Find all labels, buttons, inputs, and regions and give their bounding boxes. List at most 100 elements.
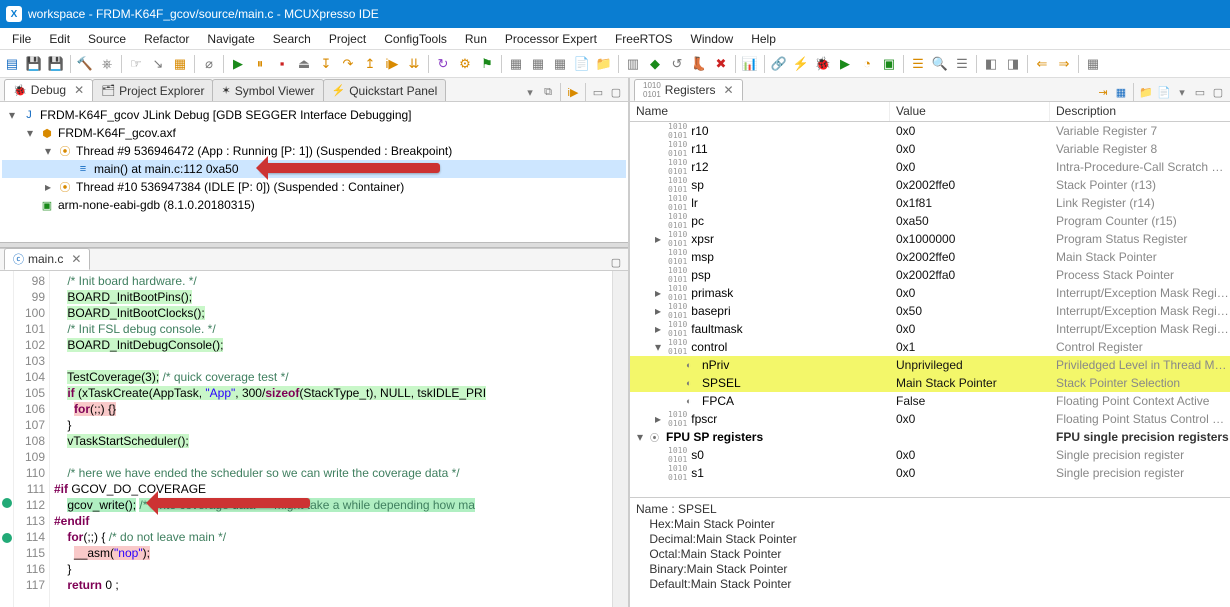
- register-row-msp[interactable]: 10100101msp0x2002ffe0Main Stack Pointer: [630, 248, 1230, 266]
- col-name[interactable]: Name: [630, 102, 890, 121]
- pref-icon[interactable]: ◧: [981, 54, 1001, 74]
- code-line[interactable]: TestCoverage(3); /* quick coverage test …: [54, 369, 612, 385]
- code-line[interactable]: vTaskStartScheduler();: [54, 433, 612, 449]
- twisty-icon[interactable]: ▾: [42, 144, 54, 158]
- close-icon[interactable]: ✕: [723, 83, 733, 97]
- new-icon[interactable]: ▤: [2, 54, 22, 74]
- code-line[interactable]: }: [54, 417, 612, 433]
- resume-icon[interactable]: ▶: [228, 54, 248, 74]
- code-editor[interactable]: 9899100101102103104105106107108109110111…: [0, 271, 628, 607]
- search-icon[interactable]: 🔍: [930, 54, 950, 74]
- filter-icon[interactable]: ▦: [170, 54, 190, 74]
- breakpoint-marker[interactable]: [2, 498, 12, 508]
- tab-debug[interactable]: 🐞Debug✕: [4, 79, 93, 101]
- tab-registers[interactable]: 10100101 Registers ✕: [634, 79, 743, 101]
- register-row-psp[interactable]: 10100101psp0x2002ffa0Process Stack Point…: [630, 266, 1230, 284]
- code-line[interactable]: for(;;) {}: [54, 401, 612, 417]
- skip-bp-icon[interactable]: ⌀: [199, 54, 219, 74]
- twisty-icon[interactable]: ▸: [652, 322, 664, 336]
- menu-run[interactable]: Run: [457, 30, 495, 48]
- register-row-s1[interactable]: 10100101s10x0Single precision register: [630, 464, 1230, 482]
- register-row-s0[interactable]: 10100101s00x0Single precision register: [630, 446, 1230, 464]
- disconnect-icon[interactable]: ⏏: [294, 54, 314, 74]
- code-line[interactable]: BOARD_InitBootClocks();: [54, 305, 612, 321]
- menu-freertos[interactable]: FreeRTOS: [607, 30, 681, 48]
- twisty-icon[interactable]: ▸: [652, 412, 664, 426]
- launch-icon[interactable]: ⚙: [455, 54, 475, 74]
- pref2-icon[interactable]: ◨: [1003, 54, 1023, 74]
- tab-symbol-viewer[interactable]: ✶Symbol Viewer: [212, 79, 323, 101]
- code-line[interactable]: BOARD_InitDebugConsole();: [54, 337, 612, 353]
- close-icon[interactable]: ✕: [74, 83, 84, 97]
- code-line[interactable]: BOARD_InitBootPins();: [54, 289, 612, 305]
- tab-quickstart-panel[interactable]: ⚡Quickstart Panel: [323, 79, 447, 101]
- pin-icon[interactable]: ⧉: [540, 84, 556, 100]
- step-return-icon[interactable]: ↥: [360, 54, 380, 74]
- open-file-icon[interactable]: 📄: [572, 54, 592, 74]
- register-row-npriv[interactable]: ◐nPrivUnprivilegedPriviledged Level in T…: [630, 356, 1230, 374]
- save-icon[interactable]: 💾: [24, 54, 44, 74]
- mag-icon[interactable]: ▥: [623, 54, 643, 74]
- var-icon[interactable]: 📊: [740, 54, 760, 74]
- close-icon[interactable]: ✕: [71, 252, 81, 266]
- code-line[interactable]: /* Init board hardware. */: [54, 273, 612, 289]
- code-line[interactable]: #endif: [54, 513, 612, 529]
- step-over-icon[interactable]: ↷: [338, 54, 358, 74]
- chip-icon[interactable]: ▦: [506, 54, 526, 74]
- register-row-pc[interactable]: 10100101pc0xa50Program Counter (r15): [630, 212, 1230, 230]
- code-line[interactable]: return 0 ;: [54, 577, 612, 593]
- twisty-icon[interactable]: ▸: [652, 232, 664, 246]
- debug-tree-row[interactable]: ≡main() at main.c:112 0xa50: [2, 160, 626, 178]
- col-value[interactable]: Value: [890, 102, 1050, 121]
- menu-search[interactable]: Search: [265, 30, 319, 48]
- back-icon[interactable]: ⇐: [1032, 54, 1052, 74]
- editor-tab-main-c[interactable]: ⓒ main.c ✕: [4, 248, 90, 270]
- pointer-icon[interactable]: ☞: [126, 54, 146, 74]
- debug-tree-row[interactable]: ▾⦿Thread #9 536946472 (App : Running [P:…: [2, 142, 626, 160]
- twisty-icon[interactable]: ▾: [652, 340, 664, 354]
- instr-mode-icon[interactable]: i▶: [565, 84, 581, 100]
- code-area[interactable]: /* Init board hardware. */ BOARD_InitBoo…: [50, 271, 612, 607]
- code-line[interactable]: /* here we have ended the scheduler so w…: [54, 465, 612, 481]
- twisty-icon[interactable]: ▾: [634, 430, 646, 444]
- twisty-icon[interactable]: ▸: [42, 180, 54, 194]
- debug-tree-row[interactable]: ▣arm-none-eabi-gdb (8.1.0.20180315): [2, 196, 626, 214]
- terminate-icon[interactable]: ▪: [272, 54, 292, 74]
- register-row-sp[interactable]: 10100101sp0x2002ffe0Stack Pointer (r13): [630, 176, 1230, 194]
- suspend-icon[interactable]: ⏸: [250, 54, 270, 74]
- register-row-r12[interactable]: 10100101r120x0Intra-Procedure-Call Scrat…: [630, 158, 1230, 176]
- restart-icon[interactable]: ↻: [433, 54, 453, 74]
- register-row-lr[interactable]: 10100101lr0x1f81Link Register (r14): [630, 194, 1230, 212]
- code-line[interactable]: [54, 353, 612, 369]
- hammer-icon[interactable]: ✖: [711, 54, 731, 74]
- open-folder-icon[interactable]: 📁: [594, 54, 614, 74]
- view-menu-icon[interactable]: ▾: [522, 84, 538, 100]
- cfg-icon[interactable]: ⚑: [477, 54, 497, 74]
- step-into-icon[interactable]: ↧: [316, 54, 336, 74]
- coverage-icon[interactable]: ◆: [645, 54, 665, 74]
- layout-icon[interactable]: ▦: [1113, 84, 1129, 100]
- register-row-r10[interactable]: 10100101r100x0Variable Register 7: [630, 122, 1230, 140]
- editor-scrollbar[interactable]: [612, 271, 628, 607]
- register-row-spsel[interactable]: ◐SPSELMain Stack PointerStack Pointer Se…: [630, 374, 1230, 392]
- debug-tree-row[interactable]: ▾JFRDM-K64F_gcov JLink Debug [GDB SEGGER…: [2, 106, 626, 124]
- register-row-fpu-sp-registers[interactable]: ▾⦿FPU SP registersFPU single precision r…: [630, 428, 1230, 446]
- register-row-primask[interactable]: ▸10100101primask0x0Interrupt/Exception M…: [630, 284, 1230, 302]
- bug-icon[interactable]: 🐞: [813, 54, 833, 74]
- menu-icon[interactable]: ▾: [1174, 84, 1190, 100]
- menu-file[interactable]: File: [4, 30, 39, 48]
- maximize-icon[interactable]: ▢: [1210, 84, 1226, 100]
- register-row-fpca[interactable]: ◐FPCAFalseFloating Point Context Active: [630, 392, 1230, 410]
- chip2-icon[interactable]: ▦: [528, 54, 548, 74]
- drop-frame-icon[interactable]: ⇊: [404, 54, 424, 74]
- export-icon[interactable]: 📄: [1156, 84, 1172, 100]
- breakpoint-marker[interactable]: [2, 533, 12, 543]
- register-row-faultmask[interactable]: ▸10100101faultmask0x0Interrupt/Exception…: [630, 320, 1230, 338]
- menu-help[interactable]: Help: [743, 30, 784, 48]
- ext-icon[interactable]: ▣: [879, 54, 899, 74]
- registers-header[interactable]: Name Value Description: [630, 102, 1230, 122]
- build-all-icon[interactable]: ⎈: [97, 54, 117, 74]
- twisty-icon[interactable]: ▾: [6, 108, 18, 122]
- marker-gutter[interactable]: [0, 271, 14, 607]
- step-icon[interactable]: ↘: [148, 54, 168, 74]
